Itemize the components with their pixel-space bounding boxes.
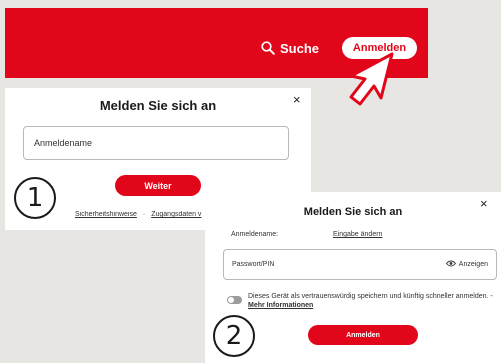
security-notes-link[interactable]: Sicherheitshinweise [75, 211, 137, 218]
step-number-1: 1 [14, 177, 56, 219]
password-input[interactable]: Passwort/PIN Anzeigen [223, 249, 497, 280]
search-icon [261, 41, 275, 55]
username-label: Anmeldename: [231, 231, 279, 238]
login-submit-button[interactable]: Anmelden [308, 325, 418, 345]
dialog-title: Melden Sie sich an [99, 98, 217, 113]
username-placeholder: Anmeldename [34, 138, 93, 148]
more-info-link[interactable]: Mehr Informationen [248, 302, 313, 309]
access-data-link[interactable]: Zugangsdaten v [151, 211, 201, 218]
username-input[interactable]: Anmeldename [23, 126, 289, 160]
eye-icon [445, 260, 456, 269]
trust-device-text: Dieses Gerät als vertrauenswürdig speich… [248, 292, 498, 310]
separator-dot: · [142, 211, 146, 218]
hand-pointer-icon [349, 52, 394, 106]
dialog-title: Melden Sie sich an [303, 206, 403, 218]
search-button[interactable]: Suche [261, 38, 319, 58]
trust-device-toggle[interactable] [227, 296, 242, 304]
show-password-label: Anzeigen [458, 261, 488, 268]
search-label: Suche [280, 40, 320, 56]
close-icon[interactable]: × [480, 197, 488, 210]
continue-button[interactable]: Weiter [115, 175, 201, 196]
step-number-2: 2 [213, 315, 255, 357]
password-placeholder: Passwort/PIN [232, 261, 275, 268]
trust-device-description: Dieses Gerät als vertrauenswürdig speich… [248, 293, 493, 300]
show-password-button[interactable]: Anzeigen [445, 260, 488, 269]
close-icon[interactable]: × [293, 93, 301, 106]
change-input-link[interactable]: Eingabe ändern [333, 231, 382, 238]
